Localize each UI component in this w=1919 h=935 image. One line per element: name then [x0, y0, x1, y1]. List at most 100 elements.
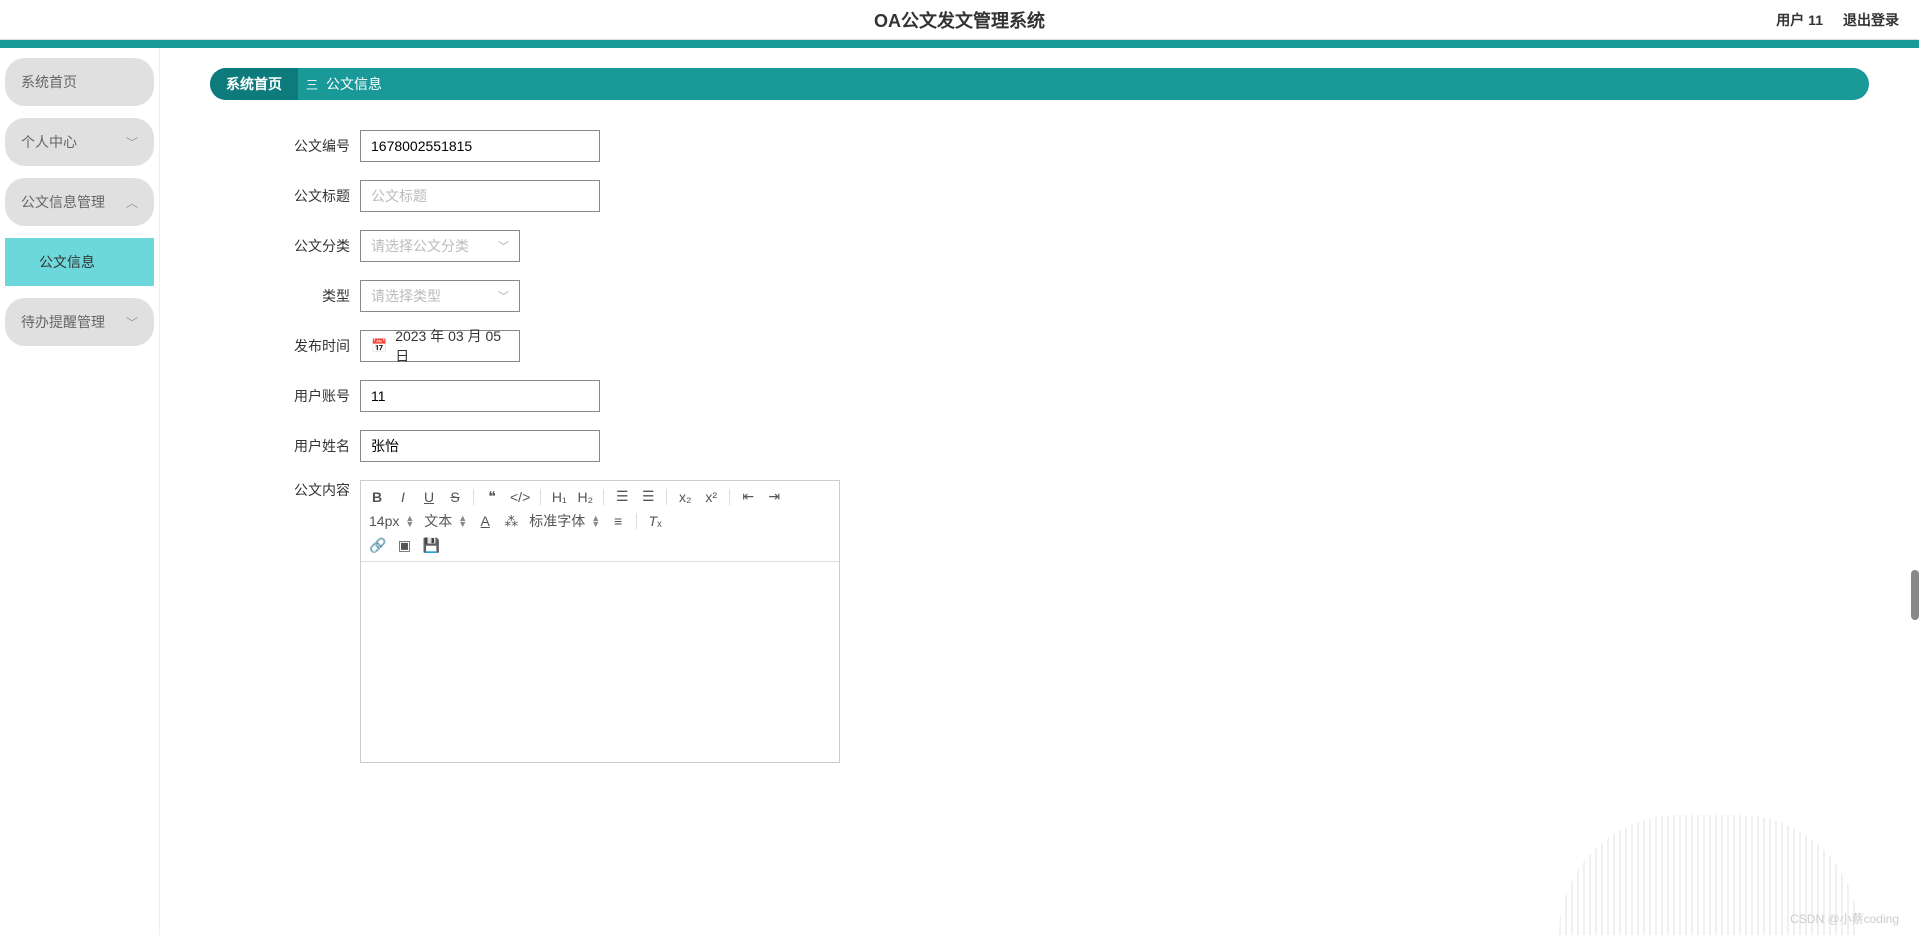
image-icon[interactable]: ▣ — [396, 537, 412, 554]
sidebar-subitem-doc-info[interactable]: 公文信息 — [5, 238, 154, 286]
label-publish-time: 发布时间 — [290, 336, 350, 356]
highlight-icon[interactable]: ⁂ — [503, 513, 519, 530]
sort-arrows-icon: ▲▼ — [405, 515, 414, 528]
h1-icon[interactable]: H₁ — [551, 489, 567, 505]
chevron-up-icon: ︿ — [126, 194, 138, 211]
strikethrough-icon[interactable]: S — [447, 489, 463, 505]
unordered-list-icon[interactable]: ☰ — [640, 488, 656, 505]
italic-icon[interactable]: I — [395, 489, 411, 505]
select-placeholder: 请选择类型 — [371, 286, 441, 306]
content: 系统首页 三 公文信息 公文编号 公文标题 公文分类 请选择公文分类 ﹀ 类型 — [160, 48, 1919, 935]
sidebar-item-todo[interactable]: 待办提醒管理 ﹀ — [5, 298, 154, 346]
ordered-list-icon[interactable]: ☰ — [614, 488, 630, 505]
chevron-down-icon: ﹀ — [498, 238, 509, 254]
select-doc-category[interactable]: 请选择公文分类 ﹀ — [360, 230, 520, 262]
row-doc-type: 类型 请选择类型 ﹀ — [290, 280, 1869, 312]
quote-icon[interactable]: ❝ — [484, 488, 500, 505]
superscript-icon[interactable]: x² — [703, 489, 719, 505]
label-doc-category: 公文分类 — [290, 236, 350, 256]
underline-icon[interactable]: U — [421, 489, 437, 505]
breadcrumb: 系统首页 三 公文信息 — [210, 68, 1869, 100]
label-doc-content: 公文内容 — [290, 480, 350, 500]
sidebar-item-label: 个人中心 — [21, 132, 77, 152]
breadcrumb-home[interactable]: 系统首页 — [210, 68, 298, 100]
input-user-account[interactable] — [360, 380, 600, 412]
row-publish-time: 发布时间 📅 2023 年 03 月 05 日 — [290, 330, 1869, 362]
header-right: 用户 11 退出登录 — [1776, 10, 1899, 30]
toolbar-separator — [636, 513, 637, 529]
paragraph-value: 文本 — [424, 511, 452, 531]
clear-format-icon[interactable]: Tₓ — [647, 513, 663, 529]
row-doc-category: 公文分类 请选择公文分类 ﹀ — [290, 230, 1869, 262]
sort-arrows-icon: ▲▼ — [458, 515, 467, 528]
toolbar-row-1: B I U S ❝ </> H₁ H₂ ☰ ☰ — [369, 485, 831, 508]
font-size-select[interactable]: 14px ▲▼ — [369, 513, 414, 529]
label-user-name: 用户姓名 — [290, 436, 350, 456]
sidebar-item-doc-mgmt[interactable]: 公文信息管理 ︿ — [5, 178, 154, 226]
label-doc-title: 公文标题 — [290, 186, 350, 206]
row-doc-content: 公文内容 B I U S ❝ </> H₁ H₂ — [290, 480, 1869, 763]
toolbar-row-3: 🔗 ▣ 💾 — [369, 534, 831, 557]
logout-button[interactable]: 退出登录 — [1843, 10, 1899, 30]
font-family-select[interactable]: 标准字体 ▲▼ — [529, 511, 600, 531]
paragraph-select[interactable]: 文本 ▲▼ — [424, 511, 467, 531]
editor-body[interactable] — [361, 562, 839, 762]
sidebar-subitem-label: 公文信息 — [39, 254, 95, 270]
divider-bar — [0, 40, 1919, 48]
select-doc-type[interactable]: 请选择类型 ﹀ — [360, 280, 520, 312]
input-doc-title[interactable] — [360, 180, 600, 212]
text-color-icon[interactable]: A — [477, 513, 493, 529]
font-family-value: 标准字体 — [529, 511, 585, 531]
toolbar-row-2: 14px ▲▼ 文本 ▲▼ A ⁂ 标准字体 ▲▼ — [369, 508, 831, 534]
code-icon[interactable]: </> — [510, 489, 530, 505]
sidebar-item-label: 公文信息管理 — [21, 192, 105, 212]
link-icon[interactable]: 🔗 — [369, 537, 386, 554]
app-title: OA公文发文管理系统 — [874, 7, 1045, 33]
date-value: 2023 年 03 月 05 日 — [395, 326, 509, 366]
chevron-down-icon: ﹀ — [498, 288, 509, 304]
rich-editor: B I U S ❝ </> H₁ H₂ ☰ ☰ — [360, 480, 840, 763]
user-label[interactable]: 用户 11 — [1776, 10, 1823, 30]
input-user-name[interactable] — [360, 430, 600, 462]
toolbar-separator — [666, 489, 667, 505]
font-size-value: 14px — [369, 513, 399, 529]
form: 公文编号 公文标题 公文分类 请选择公文分类 ﹀ 类型 请选择类型 ﹀ — [210, 130, 1869, 763]
subscript-icon[interactable]: x₂ — [677, 489, 693, 505]
sidebar-item-label: 系统首页 — [21, 72, 77, 92]
save-icon[interactable]: 💾 — [422, 537, 439, 554]
toolbar-separator — [729, 489, 730, 505]
row-doc-title: 公文标题 — [290, 180, 1869, 212]
row-user-name: 用户姓名 — [290, 430, 1869, 462]
sidebar: 系统首页 个人中心 ﹀ 公文信息管理 ︿ 公文信息 待办提醒管理 ﹀ — [0, 48, 160, 935]
sort-arrows-icon: ▲▼ — [591, 515, 600, 528]
main-layout: 系统首页 个人中心 ﹀ 公文信息管理 ︿ 公文信息 待办提醒管理 ﹀ 系统首页 … — [0, 48, 1919, 935]
row-user-account: 用户账号 — [290, 380, 1869, 412]
bold-icon[interactable]: B — [369, 489, 385, 505]
calendar-icon: 📅 — [371, 338, 387, 354]
input-doc-no[interactable] — [360, 130, 600, 162]
outdent-icon[interactable]: ⇤ — [740, 488, 756, 505]
indent-icon[interactable]: ⇥ — [766, 488, 782, 505]
h2-icon[interactable]: H₂ — [577, 489, 593, 505]
scrollbar-thumb[interactable] — [1911, 570, 1919, 620]
sidebar-item-label: 待办提醒管理 — [21, 312, 105, 332]
select-placeholder: 请选择公文分类 — [371, 236, 469, 256]
label-doc-type: 类型 — [290, 286, 350, 306]
sidebar-item-home[interactable]: 系统首页 — [5, 58, 154, 106]
align-icon[interactable]: ≡ — [610, 513, 626, 529]
header: OA公文发文管理系统 用户 11 退出登录 — [0, 0, 1919, 40]
chevron-down-icon: ﹀ — [126, 314, 138, 331]
row-doc-no: 公文编号 — [290, 130, 1869, 162]
watermark: CSDN @小蔡coding — [1790, 910, 1899, 927]
sidebar-item-personal[interactable]: 个人中心 ﹀ — [5, 118, 154, 166]
breadcrumb-current: 公文信息 — [326, 74, 382, 94]
toolbar-separator — [603, 489, 604, 505]
label-user-account: 用户账号 — [290, 386, 350, 406]
toolbar-separator — [540, 489, 541, 505]
editor-toolbar: B I U S ❝ </> H₁ H₂ ☰ ☰ — [361, 481, 839, 562]
chevron-down-icon: ﹀ — [126, 134, 138, 151]
toolbar-separator — [473, 489, 474, 505]
datepicker-publish-time[interactable]: 📅 2023 年 03 月 05 日 — [360, 330, 520, 362]
breadcrumb-separator-icon: 三 — [298, 76, 326, 93]
label-doc-no: 公文编号 — [290, 136, 350, 156]
